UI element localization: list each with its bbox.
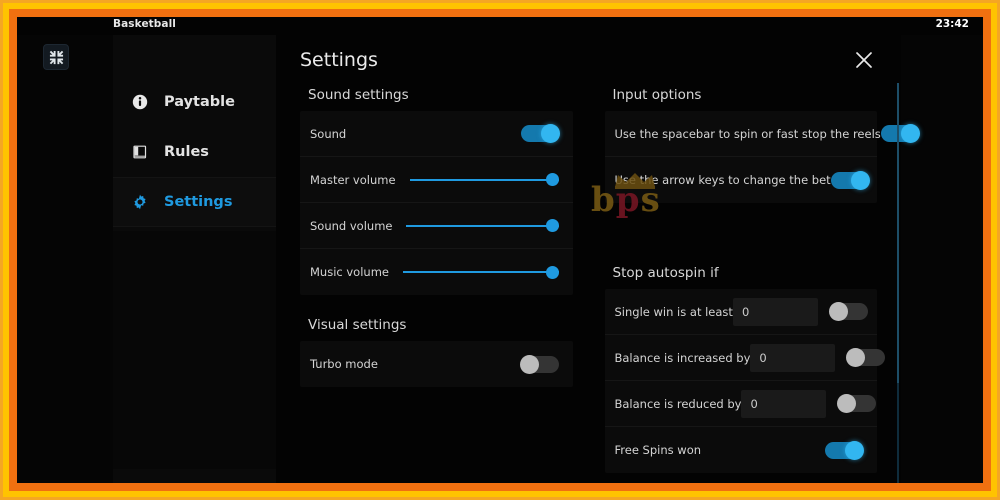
slider-thumb[interactable]: [545, 173, 559, 186]
row-sound[interactable]: Sound: [300, 111, 573, 157]
close-glyph: [856, 52, 872, 68]
row-label: Balance is increased by: [614, 350, 751, 365]
sound-volume-slider[interactable]: [406, 217, 559, 235]
info-circle-icon: [132, 94, 154, 110]
slider-thumb[interactable]: [545, 219, 559, 232]
row-sound-volume[interactable]: Sound volume: [300, 203, 573, 249]
row-label: Use the arrow keys to change the bet: [614, 173, 831, 187]
sound-toggle[interactable]: [520, 124, 560, 143]
row-label: Sound: [310, 126, 347, 141]
top-bar: Basketball 23:42: [17, 17, 983, 35]
input-options-card: Use the spacebar to spin or fast stop th…: [604, 111, 920, 203]
row-label: Master volume: [310, 172, 396, 187]
row-single-win[interactable]: Single win is at least 0: [604, 289, 877, 335]
game-screen: Basketball 23:42 Paytable Rules Settings…: [17, 17, 983, 483]
toggle-knob: [519, 354, 539, 374]
sidebar-empty-area: [113, 231, 276, 469]
section-title-input: Input options: [612, 87, 702, 103]
spacebar-spin-toggle[interactable]: [880, 124, 920, 143]
panel-scrollbar[interactable]: [897, 83, 899, 483]
slider-track: [409, 178, 559, 181]
decorative-frame-outer: Basketball 23:42 Paytable Rules Settings…: [0, 0, 1000, 500]
clock: 23:42: [935, 18, 969, 30]
gear-icon: [132, 194, 154, 210]
settings-column-right: Input options Use the spacebar to spin o…: [589, 81, 920, 483]
row-music-volume[interactable]: Music volume: [300, 249, 573, 295]
settings-panel-header: Settings: [276, 35, 901, 81]
visual-settings-card: Turbo mode: [300, 341, 573, 387]
balance-increased-input[interactable]: 0: [750, 343, 836, 372]
section-title-autospin: Stop autospin if: [612, 265, 719, 281]
sidebar-item-label: Settings: [164, 194, 233, 210]
arrow-keys-bet-toggle[interactable]: [830, 170, 870, 190]
game-title: Basketball: [113, 18, 176, 30]
single-win-input[interactable]: 0: [732, 297, 818, 326]
balance-increased-toggle[interactable]: [846, 348, 886, 367]
sound-settings-card: Sound Master volume Sound volume Music v…: [300, 111, 573, 295]
row-label: Balance is reduced by: [614, 396, 742, 411]
scrollbar-thumb[interactable]: [897, 83, 899, 383]
sidebar-item-settings[interactable]: Settings: [113, 177, 276, 227]
sidebar: Paytable Rules Settings: [113, 35, 276, 483]
decorative-frame-inner: Basketball 23:42 Paytable Rules Settings…: [9, 9, 991, 491]
section-title-sound: Sound settings: [308, 87, 409, 103]
book-icon: [132, 144, 154, 160]
back-to-game-button[interactable]: Back to Game: [113, 469, 276, 483]
toggle-knob: [837, 394, 857, 413]
decorative-frame-mid: Basketball 23:42 Paytable Rules Settings…: [3, 3, 997, 497]
single-win-toggle[interactable]: [828, 302, 868, 321]
row-balance-reduced[interactable]: Balance is reduced by 0: [604, 381, 877, 427]
sidebar-item-rules[interactable]: Rules: [113, 127, 276, 177]
row-spacebar-spin[interactable]: Use the spacebar to spin or fast stop th…: [604, 111, 920, 157]
master-volume-slider[interactable]: [409, 171, 559, 189]
sidebar-item-paytable[interactable]: Paytable: [113, 77, 276, 127]
music-volume-slider[interactable]: [402, 263, 559, 281]
row-label: Turbo mode: [310, 357, 378, 371]
balance-reduced-toggle[interactable]: [837, 394, 877, 413]
toggle-knob: [540, 124, 560, 143]
collapse-fullscreen-icon[interactable]: [43, 44, 69, 70]
stop-autospin-card: Single win is at least 0 Balance is incr…: [604, 289, 886, 473]
row-label: Free Spins won: [614, 443, 702, 457]
toggle-knob: [900, 124, 920, 143]
row-arrow-keys-bet[interactable]: Use the arrow keys to change the bet: [605, 157, 878, 203]
settings-column-left: Sound settings Sound Master volume Sound…: [276, 81, 589, 483]
turbo-mode-toggle[interactable]: [519, 354, 559, 374]
settings-columns: Sound settings Sound Master volume Sound…: [276, 81, 920, 483]
close-icon[interactable]: [851, 47, 877, 73]
toggle-knob: [828, 302, 848, 321]
section-title-visual: Visual settings: [308, 317, 407, 333]
row-label: Sound volume: [310, 218, 393, 233]
row-label: Single win is at least: [614, 304, 733, 319]
row-label: Music volume: [310, 265, 389, 279]
row-free-spins-won[interactable]: Free Spins won: [605, 427, 878, 473]
toggle-knob: [850, 170, 870, 190]
slider-track: [406, 224, 559, 227]
toggle-knob: [846, 348, 866, 367]
slider-track: [402, 271, 559, 273]
row-balance-increased[interactable]: Balance is increased by 0: [604, 335, 886, 381]
balance-reduced-input[interactable]: 0: [741, 389, 827, 418]
slider-thumb[interactable]: [545, 265, 559, 279]
page-title: Settings: [300, 49, 378, 71]
row-label: Use the spacebar to spin or fast stop th…: [614, 126, 881, 141]
row-turbo-mode[interactable]: Turbo mode: [300, 341, 573, 387]
row-master-volume[interactable]: Master volume: [300, 157, 573, 203]
toggle-knob: [845, 440, 864, 460]
sidebar-item-label: Paytable: [164, 94, 235, 110]
settings-panel: Settings Sound settings Sound Master vol…: [276, 35, 920, 483]
collapse-fullscreen-glyph: [49, 50, 63, 64]
sidebar-item-label: Rules: [164, 144, 209, 160]
free-spins-won-toggle[interactable]: [825, 440, 864, 460]
